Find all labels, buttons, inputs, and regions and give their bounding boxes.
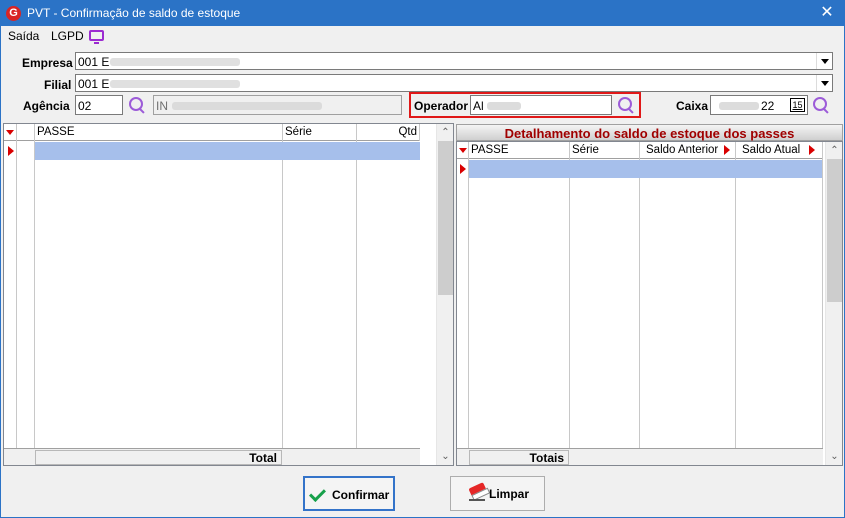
calendar-icon[interactable]: 15 xyxy=(790,98,805,112)
caixa-search-icon[interactable] xyxy=(811,95,831,115)
operador-value: Al xyxy=(473,99,484,113)
scroll-down-icon[interactable]: ⌄ xyxy=(437,448,453,465)
column-qtd[interactable]: Qtd xyxy=(357,124,420,141)
scroll-thumb[interactable] xyxy=(827,159,842,302)
scroll-up-icon[interactable]: ⌃ xyxy=(826,142,842,159)
vertical-scrollbar[interactable]: ⌃ ⌄ xyxy=(436,124,453,465)
redacted-text xyxy=(172,102,322,110)
agencia-code-value: 02 xyxy=(78,99,92,113)
detail-grid-footer: Totais xyxy=(457,448,823,465)
expand-right-icon xyxy=(809,145,815,155)
expand-right-icon xyxy=(724,145,730,155)
sort-down-icon xyxy=(459,148,467,153)
caixa-label: Caixa xyxy=(676,99,709,113)
confirm-button-label: Confirmar xyxy=(332,488,390,502)
title-bar: G PVT - Confirmação de saldo de estoque … xyxy=(1,1,844,26)
column-indicator[interactable] xyxy=(457,142,469,159)
column-passe[interactable]: PASSE xyxy=(35,124,283,141)
agencia-name-field: IN xyxy=(153,95,402,115)
chevron-down-icon[interactable] xyxy=(816,53,832,69)
scroll-up-icon[interactable]: ⌃ xyxy=(437,124,453,141)
detail-grid-header: PASSE Série Saldo Anterior Saldo Atual xyxy=(457,142,823,159)
grid-line xyxy=(569,159,570,448)
empresa-value: 001 E xyxy=(78,55,110,69)
grid-line xyxy=(282,141,283,448)
scroll-down-icon[interactable]: ⌄ xyxy=(826,448,842,465)
redacted-text xyxy=(110,80,240,88)
filial-value: 001 E xyxy=(78,77,110,91)
filial-label: Filial xyxy=(44,78,72,92)
monitor-icon[interactable] xyxy=(89,30,104,44)
main-window: G PVT - Confirmação de saldo de estoque … xyxy=(0,0,845,518)
selected-row[interactable] xyxy=(35,142,420,160)
sort-down-icon xyxy=(6,130,14,135)
app-logo-icon: G xyxy=(6,6,21,21)
total-label: Total xyxy=(35,450,282,465)
grid-line xyxy=(822,159,823,448)
clear-button[interactable]: Limpar xyxy=(450,476,545,511)
column-serie[interactable]: Série xyxy=(283,124,357,141)
grid-footer: Total xyxy=(4,448,420,465)
grid-line xyxy=(16,141,17,448)
column-indicator[interactable] xyxy=(4,124,17,141)
vertical-scrollbar[interactable]: ⌃ ⌄ xyxy=(825,142,842,465)
redacted-text xyxy=(110,58,240,66)
detail-panel-title: Detalhamento do saldo de estoque dos pas… xyxy=(456,124,843,141)
agencia-label: Agência xyxy=(23,99,70,113)
column-passe[interactable]: PASSE xyxy=(469,142,570,159)
detail-grid[interactable]: PASSE Série Saldo Anterior Saldo Atual T… xyxy=(456,141,843,466)
operador-label: Operador xyxy=(414,99,469,113)
column-blank xyxy=(17,124,35,141)
grid-header: PASSE Série Qtd xyxy=(4,124,420,141)
redacted-text xyxy=(487,102,521,110)
column-saldo-atual[interactable]: Saldo Atual xyxy=(736,142,823,159)
column-saldo-anterior-label: Saldo Anterior xyxy=(646,144,719,156)
window-title: PVT - Confirmação de saldo de estoque xyxy=(27,6,241,20)
menu-bar: Saída LGPD xyxy=(1,26,844,46)
eraser-icon xyxy=(468,482,488,499)
row-pointer-icon xyxy=(8,146,14,156)
menu-item-lgpd[interactable]: LGPD xyxy=(51,29,84,43)
checkmark-icon xyxy=(309,485,326,502)
row-pointer-icon xyxy=(460,164,466,174)
menu-item-saida[interactable]: Saída xyxy=(8,29,39,43)
column-saldo-anterior[interactable]: Saldo Anterior xyxy=(640,142,736,159)
column-saldo-atual-label: Saldo Atual xyxy=(742,144,801,156)
grid-line xyxy=(639,159,640,448)
caixa-input[interactable]: 22 15 xyxy=(710,95,808,115)
chevron-down-icon[interactable] xyxy=(816,75,832,91)
selected-row[interactable] xyxy=(469,160,822,178)
caixa-value: 22 xyxy=(761,99,775,113)
empresa-select[interactable]: 001 E xyxy=(75,52,833,70)
grid-line xyxy=(34,141,35,448)
redacted-text xyxy=(719,102,759,110)
confirm-button[interactable]: Confirmar xyxy=(303,476,395,511)
totais-label: Totais xyxy=(469,450,569,465)
column-serie[interactable]: Série xyxy=(570,142,640,159)
eraser-base-icon xyxy=(469,499,485,501)
agencia-search-icon[interactable] xyxy=(127,95,147,115)
empresa-label: Empresa xyxy=(22,56,73,70)
filial-select[interactable]: 001 E xyxy=(75,74,833,92)
agencia-code-input[interactable]: 02 xyxy=(75,95,123,115)
passes-grid[interactable]: PASSE Série Qtd Total ⌃ ⌄ xyxy=(3,123,454,466)
close-icon[interactable]: ✕ xyxy=(816,3,838,23)
clear-button-label: Limpar xyxy=(489,487,530,501)
scroll-thumb[interactable] xyxy=(438,141,453,295)
grid-line xyxy=(356,141,357,448)
grid-line xyxy=(735,159,736,448)
agencia-name-value: IN xyxy=(156,99,168,113)
grid-line xyxy=(468,159,469,448)
operador-input[interactable]: Al xyxy=(470,95,612,115)
operador-search-icon[interactable] xyxy=(616,95,636,115)
